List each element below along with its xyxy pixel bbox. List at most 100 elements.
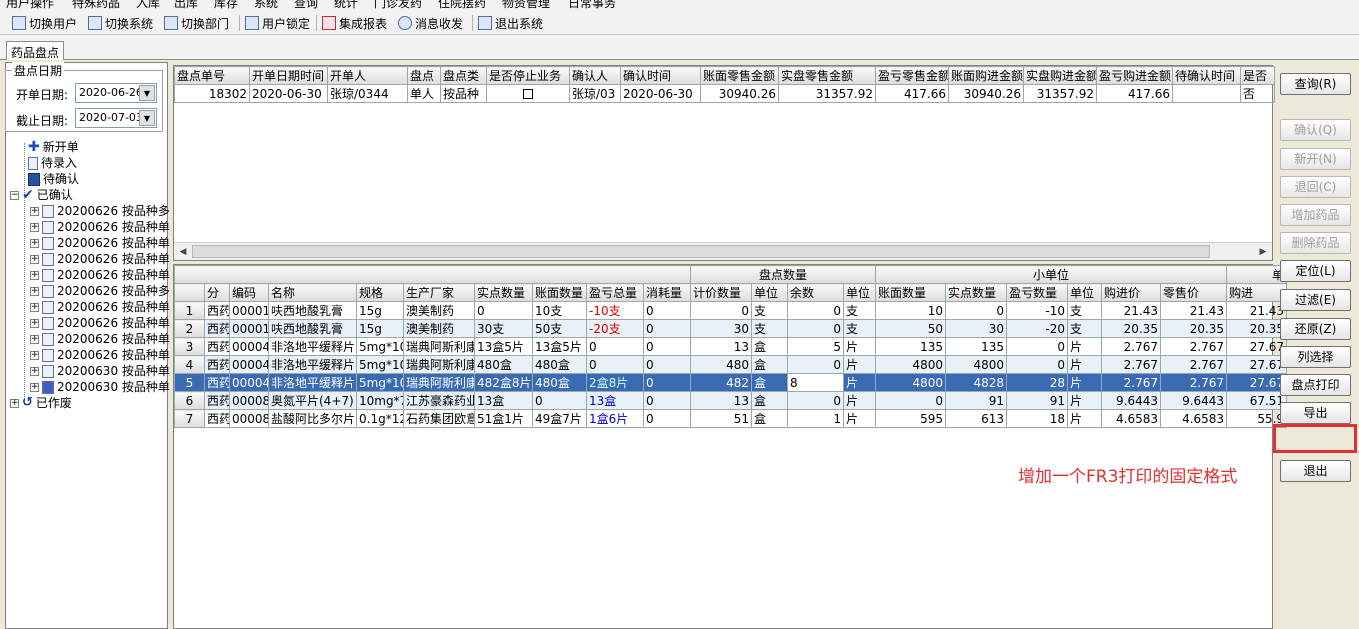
cell-u1[interactable]: 支 [751, 301, 788, 320]
cell-spl[interactable]: 0 [1006, 337, 1069, 356]
cell-u1[interactable]: 支 [751, 319, 788, 338]
cell-sbook[interactable]: 50 [875, 319, 947, 338]
cell-maker[interactable]: 瑞典阿斯利康 [403, 373, 475, 392]
cell-pp[interactable]: 2.767 [1101, 337, 1162, 356]
locate-button[interactable]: 定位(L) [1280, 260, 1351, 282]
delete-drug-button[interactable]: 删除药品 [1280, 232, 1351, 254]
cell-pp2[interactable]: 27.67 [1226, 373, 1288, 392]
cell-u1[interactable]: 盒 [751, 355, 788, 374]
cell-name[interactable]: 非洛地平缓释片 [268, 373, 357, 392]
cell-pp2[interactable]: 67.51 [1226, 391, 1288, 410]
col-header[interactable]: 盈亏购进金额 [1096, 66, 1173, 85]
row-number[interactable]: 3 [174, 337, 205, 356]
col-header[interactable]: 生产厂家 [403, 283, 475, 302]
cell-name[interactable]: 呋西地酸乳膏 [268, 319, 357, 338]
col-header[interactable]: 编码 [229, 283, 269, 302]
cell-name[interactable]: 非洛地平缓释片 [268, 337, 357, 356]
cell-pp[interactable]: 9.6443 [1101, 391, 1162, 410]
col-header[interactable]: 实点数量 [945, 283, 1008, 302]
cell-maker[interactable]: 澳美制药 [403, 301, 475, 320]
cell-cons[interactable]: 0 [643, 319, 691, 338]
tree-node-confirmed-item[interactable]: +20200626 按品种多 [30, 203, 170, 219]
col-header[interactable]: 单位 [842, 283, 877, 302]
new-button[interactable]: 新开(N) [1280, 148, 1351, 170]
cell[interactable]: 30940.26 [948, 84, 1024, 103]
table-row[interactable]: 1 西药 00001 呋西地酸乳膏 15g 澳美制药 0 10支 -10支 0 0 支 0 支 10 0 -10… [174, 301, 1288, 320]
tree-node-confirmed-item[interactable]: +20200626 按品种单 [30, 267, 170, 283]
cell[interactable]: 2020-06-30 [249, 84, 328, 103]
col-header[interactable]: 实点数量 [474, 283, 533, 302]
col-header[interactable]: 开单日期时间 [249, 66, 328, 85]
cell-u3[interactable]: 支 [1067, 301, 1103, 320]
cell[interactable]: 单人 [407, 84, 441, 103]
tree-node-confirmed-item[interactable]: +20200626 按品种多 [30, 283, 170, 299]
cell-u1[interactable]: 盒 [751, 373, 788, 392]
switch-user-button[interactable]: 切换用户 [12, 13, 77, 33]
cell-sact[interactable]: 0 [945, 301, 1008, 320]
cell-rp[interactable]: 2.767 [1160, 337, 1228, 356]
exit-button[interactable]: 退出 [1280, 460, 1351, 482]
cell-cnt[interactable]: 51 [690, 409, 752, 428]
cell[interactable]: 张琼/03 [569, 84, 621, 103]
menu-stock[interactable]: 库存 [214, 0, 238, 11]
cell-pl[interactable]: 0 [586, 337, 644, 356]
cell-spl[interactable]: 28 [1006, 373, 1069, 392]
cell-pp[interactable]: 2.767 [1101, 373, 1162, 392]
cell-name[interactable]: 呋西地酸乳膏 [268, 301, 357, 320]
row-number[interactable]: 1 [174, 301, 205, 320]
cell-sact[interactable]: 30 [945, 319, 1008, 338]
menu-query[interactable]: 查询 [294, 0, 318, 11]
cell-book[interactable]: 480盒 [532, 373, 587, 392]
col-header[interactable]: 实盘零售金额 [778, 66, 876, 85]
expand-icon[interactable]: + [30, 366, 39, 376]
cell-rem[interactable]: 1 [787, 409, 844, 428]
cell[interactable]: 否 [1240, 84, 1275, 103]
scroll-left-icon[interactable]: ◀ [175, 244, 191, 260]
tree-node-confirmed[interactable]: − ✔ 已确认 [10, 187, 73, 203]
query-button[interactable]: 查询(R) [1280, 73, 1351, 95]
cell-maker[interactable]: 江苏豪森药业 [403, 391, 475, 410]
table-row[interactable]: 5 西药 00004 非洛地平缓释片 5mg*10 瑞典阿斯利康 482盒8片 480盒 2盒8… [174, 373, 1288, 392]
cell-cnt[interactable]: 13 [690, 337, 752, 356]
column-select-button[interactable]: 列选择 [1280, 346, 1351, 368]
cell-pp2[interactable]: 27.67 [1226, 355, 1288, 374]
filter-button[interactable]: 过滤(E) [1280, 289, 1351, 311]
col-header[interactable]: 盘点单号 [174, 66, 250, 85]
tree-node-confirmed-item[interactable]: +20200630 按品种单 [30, 363, 170, 379]
col-header[interactable]: 账面数量 [875, 283, 947, 302]
integrated-report-button[interactable]: 集成报表 [322, 13, 387, 33]
cell-book[interactable]: 50支 [532, 319, 587, 338]
cell-code[interactable]: 00008 [229, 391, 269, 410]
col-header[interactable]: 账面购进金额 [948, 66, 1024, 85]
cell-cnt[interactable]: 0 [690, 301, 752, 320]
cell-pp[interactable]: 20.35 [1101, 319, 1162, 338]
expand-icon[interactable]: + [30, 286, 39, 296]
col-header[interactable]: 余数 [787, 283, 844, 302]
cell-maker[interactable]: 瑞典阿斯利康 [403, 337, 475, 356]
messages-button[interactable]: 消息收发 [398, 13, 463, 33]
cell-actual[interactable]: 480盒 [474, 355, 533, 374]
cell-cat[interactable]: 西药 [204, 355, 230, 374]
cell[interactable]: 30940.26 [700, 84, 779, 103]
lock-user-button[interactable]: 用户锁定 [245, 13, 310, 33]
cell-maker[interactable]: 石药集团欧意 [403, 409, 475, 428]
menu-stats[interactable]: 统计 [334, 0, 358, 11]
cell-code[interactable]: 00001 [229, 319, 269, 338]
cell-pl[interactable]: 13盒 [586, 391, 644, 410]
cell-cons[interactable]: 0 [643, 391, 691, 410]
cell-book[interactable]: 10支 [532, 301, 587, 320]
col-header[interactable]: 实盘购进金额 [1023, 66, 1097, 85]
cell[interactable]: 31357.92 [1023, 84, 1097, 103]
col-header[interactable]: 购进价 [1101, 283, 1162, 302]
cell-cnt[interactable]: 30 [690, 319, 752, 338]
col-header[interactable]: 账面零售金额 [700, 66, 779, 85]
expand-icon[interactable]: + [30, 238, 39, 248]
cell-spec[interactable]: 15g [356, 319, 404, 338]
col-header[interactable]: 规格 [356, 283, 404, 302]
tab-drug-inventory[interactable]: 药品盘点 [6, 41, 64, 60]
dropdown-arrow-icon[interactable]: ▼ [139, 110, 155, 126]
cell[interactable] [1172, 84, 1241, 103]
cell-sbook[interactable]: 135 [875, 337, 947, 356]
cell-cons[interactable]: 0 [643, 373, 691, 392]
checkbox[interactable] [523, 89, 533, 99]
